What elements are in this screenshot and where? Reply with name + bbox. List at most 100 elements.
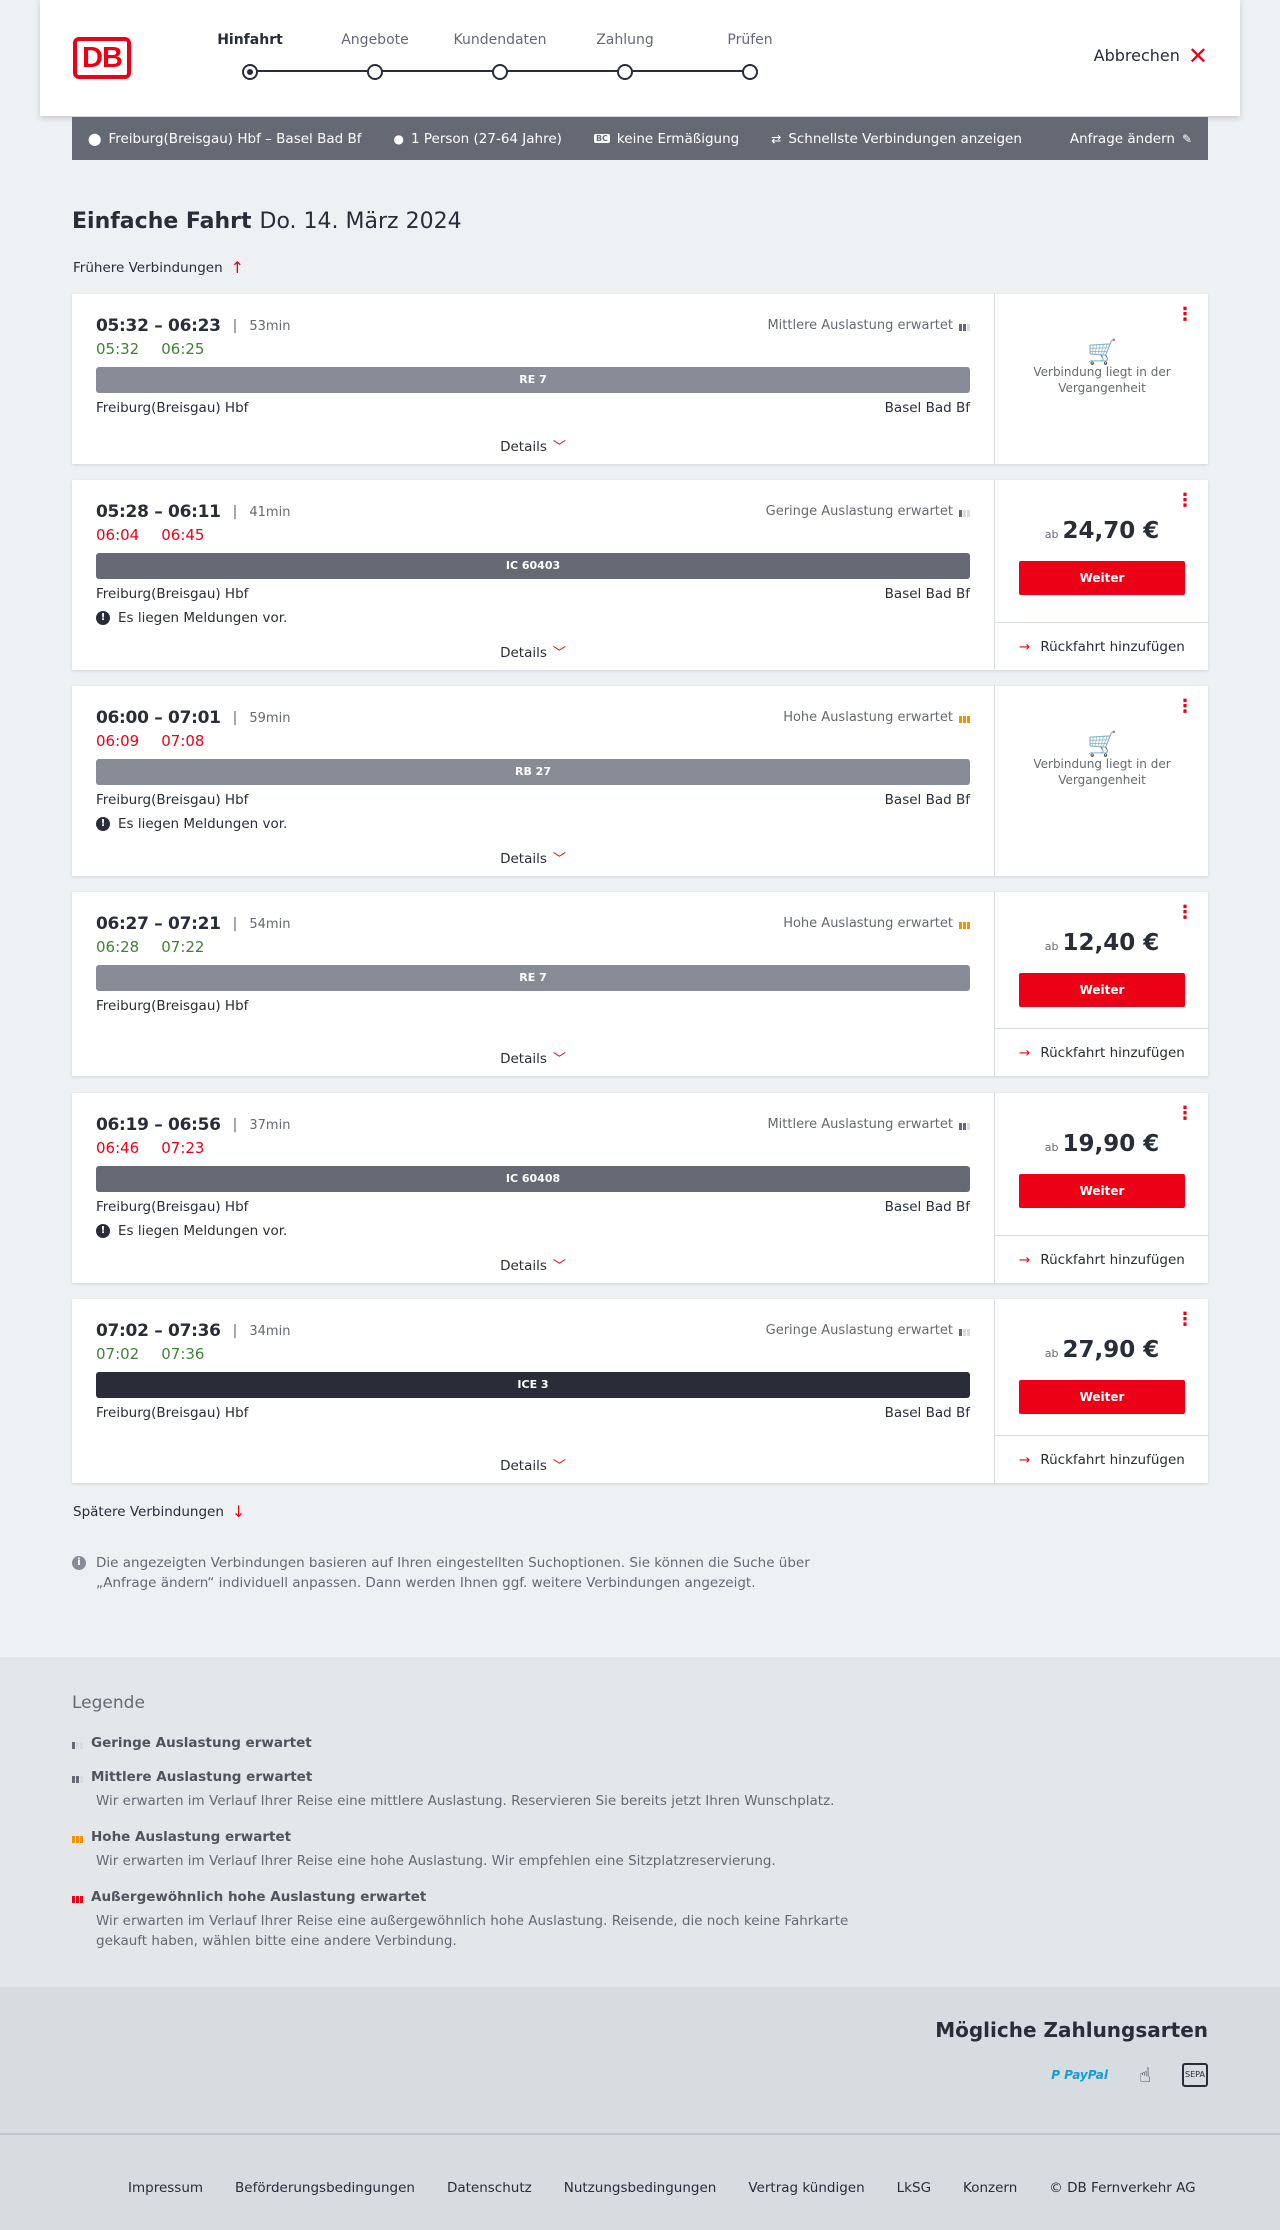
step-dot	[492, 64, 508, 80]
train-bar[interactable]: IC 60403	[96, 553, 970, 579]
load-bar	[967, 716, 970, 723]
footer-link[interactable]: © DB Fernverkehr AG	[1049, 2180, 1195, 2196]
step-pruefen: Prüfen	[695, 32, 805, 80]
details-toggle[interactable]: Details ﹀	[72, 1255, 994, 1274]
destination-station: Basel Bad Bf	[884, 792, 970, 808]
stations: Freiburg(Breisgau) Hbf Basel Bad Bf	[96, 792, 970, 808]
footer-link[interactable]: LkSG	[897, 2180, 931, 2196]
cart-unavailable-icon: 🛒	[1087, 338, 1117, 366]
occupancy-icon	[959, 918, 970, 929]
origin-station: Freiburg(Breisgau) Hbf	[96, 998, 249, 1014]
connection-main: 06:27 – 07:21 | 54min 06:28 07:22 Hohe Auslas…	[72, 892, 994, 1076]
connection-card: 07:02 – 07:36 | 34min 07:02 07:36 Geringe Aus…	[72, 1299, 1209, 1483]
add-return-button[interactable]: → Rückfahrt hinzufügen	[995, 622, 1209, 670]
db-logo[interactable]: DB	[73, 37, 131, 79]
past-connection-notice: 🛒 Verbindung liegt in der Vergangenheit	[995, 338, 1209, 396]
realtime-departure: 06:46	[96, 1139, 140, 1157]
realtime-arrival: 06:45	[161, 526, 205, 544]
top-header: DB Hinfahrt Angebote Kundendaten Zahlung…	[40, 0, 1240, 116]
card-icon: ☝	[1138, 2063, 1152, 2087]
connection-times: 06:00 – 07:01 | 59min	[96, 708, 290, 728]
duration: 37min	[249, 1117, 291, 1133]
more-options-icon[interactable]: ⋮	[1176, 1105, 1194, 1123]
cancel-button[interactable]: Abbrechen ✕	[1094, 44, 1208, 68]
weiter-button[interactable]: Weiter	[1019, 1380, 1185, 1414]
occupancy-indicator: Geringe Auslastung erwartet	[766, 504, 970, 519]
load-bar	[967, 324, 970, 331]
realtime-arrival: 07:23	[161, 1139, 205, 1157]
more-options-icon[interactable]: ⋮	[1176, 492, 1194, 510]
realtime-times: 05:32 06:25	[96, 340, 204, 358]
details-toggle[interactable]: Details ﹀	[72, 436, 994, 455]
realtime-arrival: 06:25	[161, 340, 205, 358]
train-bar[interactable]: IC 60408	[96, 1166, 970, 1192]
change-request-button[interactable]: Anfrage ändern ✎	[1070, 131, 1192, 147]
train-bar[interactable]: RE 7	[96, 367, 970, 393]
sepa-icon: SEPA	[1182, 2063, 1208, 2087]
add-return-button[interactable]: → Rückfahrt hinzufügen	[995, 1435, 1209, 1483]
price: ab 27,90 €	[1044, 1337, 1160, 1363]
train-bar[interactable]: RE 7	[96, 965, 970, 991]
duration: 53min	[249, 318, 291, 334]
exclamation-icon: !	[96, 1224, 110, 1238]
weiter-button[interactable]: Weiter	[1019, 973, 1185, 1007]
train-bar[interactable]: ICE 3	[96, 1372, 970, 1398]
later-connections-link[interactable]: Spätere Verbindungen ↓	[73, 1502, 245, 1521]
more-options-icon[interactable]: ⋮	[1176, 1311, 1194, 1329]
connection-times: 07:02 – 07:36 | 34min	[96, 1321, 290, 1341]
search-info-note: i Die angezeigten Verbindungen basieren a…	[72, 1553, 852, 1593]
load-bar	[967, 1123, 970, 1130]
footer-link[interactable]: Datenschutz	[447, 2180, 532, 2196]
price: ab 24,70 €	[1044, 518, 1160, 544]
more-options-icon[interactable]: ⋮	[1176, 306, 1194, 324]
occupancy-indicator: Mittlere Auslastung erwartet	[767, 1117, 970, 1132]
add-return-button[interactable]: → Rückfahrt hinzufügen	[995, 1235, 1209, 1283]
load-bar	[76, 1775, 79, 1783]
load-bar	[963, 324, 966, 331]
connection-main: 05:32 – 06:23 | 53min 05:32 06:25 Mittlere Au…	[72, 294, 994, 464]
footer-link[interactable]: Vertrag kündigen	[748, 2180, 864, 2196]
load-bar	[959, 510, 962, 517]
separator: |	[232, 1117, 238, 1133]
load-bar	[76, 1835, 79, 1843]
duration: 54min	[249, 916, 291, 932]
details-toggle[interactable]: Details ﹀	[72, 642, 994, 661]
connection-offer: ⋮ ab 24,70 € Weiter → Rückfahrt hinzufügen	[994, 480, 1209, 670]
footer-link[interactable]: Beförderungsbedingungen	[235, 2180, 415, 2196]
details-toggle[interactable]: Details ﹀	[72, 848, 994, 867]
load-bar	[963, 1123, 966, 1130]
origin-station: Freiburg(Breisgau) Hbf	[96, 792, 249, 808]
pencil-icon: ✎	[1181, 131, 1192, 146]
arrow-right-icon: →	[1019, 1451, 1031, 1468]
more-options-icon[interactable]: ⋮	[1176, 698, 1194, 716]
details-toggle[interactable]: Details ﹀	[72, 1455, 994, 1474]
connection-offer: ⋮ ab 12,40 € Weiter → Rückfahrt hinzufügen	[994, 892, 1209, 1076]
summary-fastest-toggle[interactable]: ⇄ Schnellste Verbindungen anzeigen	[771, 131, 1022, 147]
legend-section: Legende Geringe Auslastung erwartet Mittl…	[0, 1657, 1280, 1987]
connection-times: 05:32 – 06:23 | 53min	[96, 316, 290, 336]
load-bar	[80, 1775, 83, 1783]
realtime-arrival: 07:22	[161, 938, 205, 956]
payment-icons: P PayPal ☝ SEPA	[1051, 2063, 1208, 2087]
footer-link[interactable]: Konzern	[963, 2180, 1017, 2196]
add-return-button[interactable]: → Rückfahrt hinzufügen	[995, 1028, 1209, 1076]
weiter-button[interactable]: Weiter	[1019, 1174, 1185, 1208]
legend-item-title: Geringe Auslastung erwartet	[72, 1735, 872, 1751]
footer-link[interactable]: Impressum	[128, 2180, 203, 2196]
occupancy-indicator: Geringe Auslastung erwartet	[766, 1323, 970, 1338]
details-toggle[interactable]: Details ﹀	[72, 1048, 994, 1067]
footer-link[interactable]: Nutzungsbedingungen	[564, 2180, 717, 2196]
stations: Freiburg(Breisgau) Hbf	[96, 998, 970, 1014]
connection-offer: ⋮ ab 19,90 € Weiter → Rückfahrt hinzufügen	[994, 1093, 1209, 1283]
weiter-button[interactable]: Weiter	[1019, 561, 1185, 595]
realtime-times: 07:02 07:36	[96, 1345, 204, 1363]
occupancy-indicator: Hohe Auslastung erwartet	[783, 916, 970, 931]
more-options-icon[interactable]: ⋮	[1176, 904, 1194, 922]
arrow-down-icon: ↓	[231, 1502, 246, 1521]
legend-item: Hohe Auslastung erwartet Wir erwarten im …	[72, 1829, 872, 1871]
earlier-connections-link[interactable]: Frühere Verbindungen ↑	[73, 258, 244, 277]
train-bar[interactable]: RB 27	[96, 759, 970, 785]
load-bar	[967, 1329, 970, 1336]
cart-unavailable-icon: 🛒	[1087, 730, 1117, 758]
origin-station: Freiburg(Breisgau) Hbf	[96, 400, 249, 416]
